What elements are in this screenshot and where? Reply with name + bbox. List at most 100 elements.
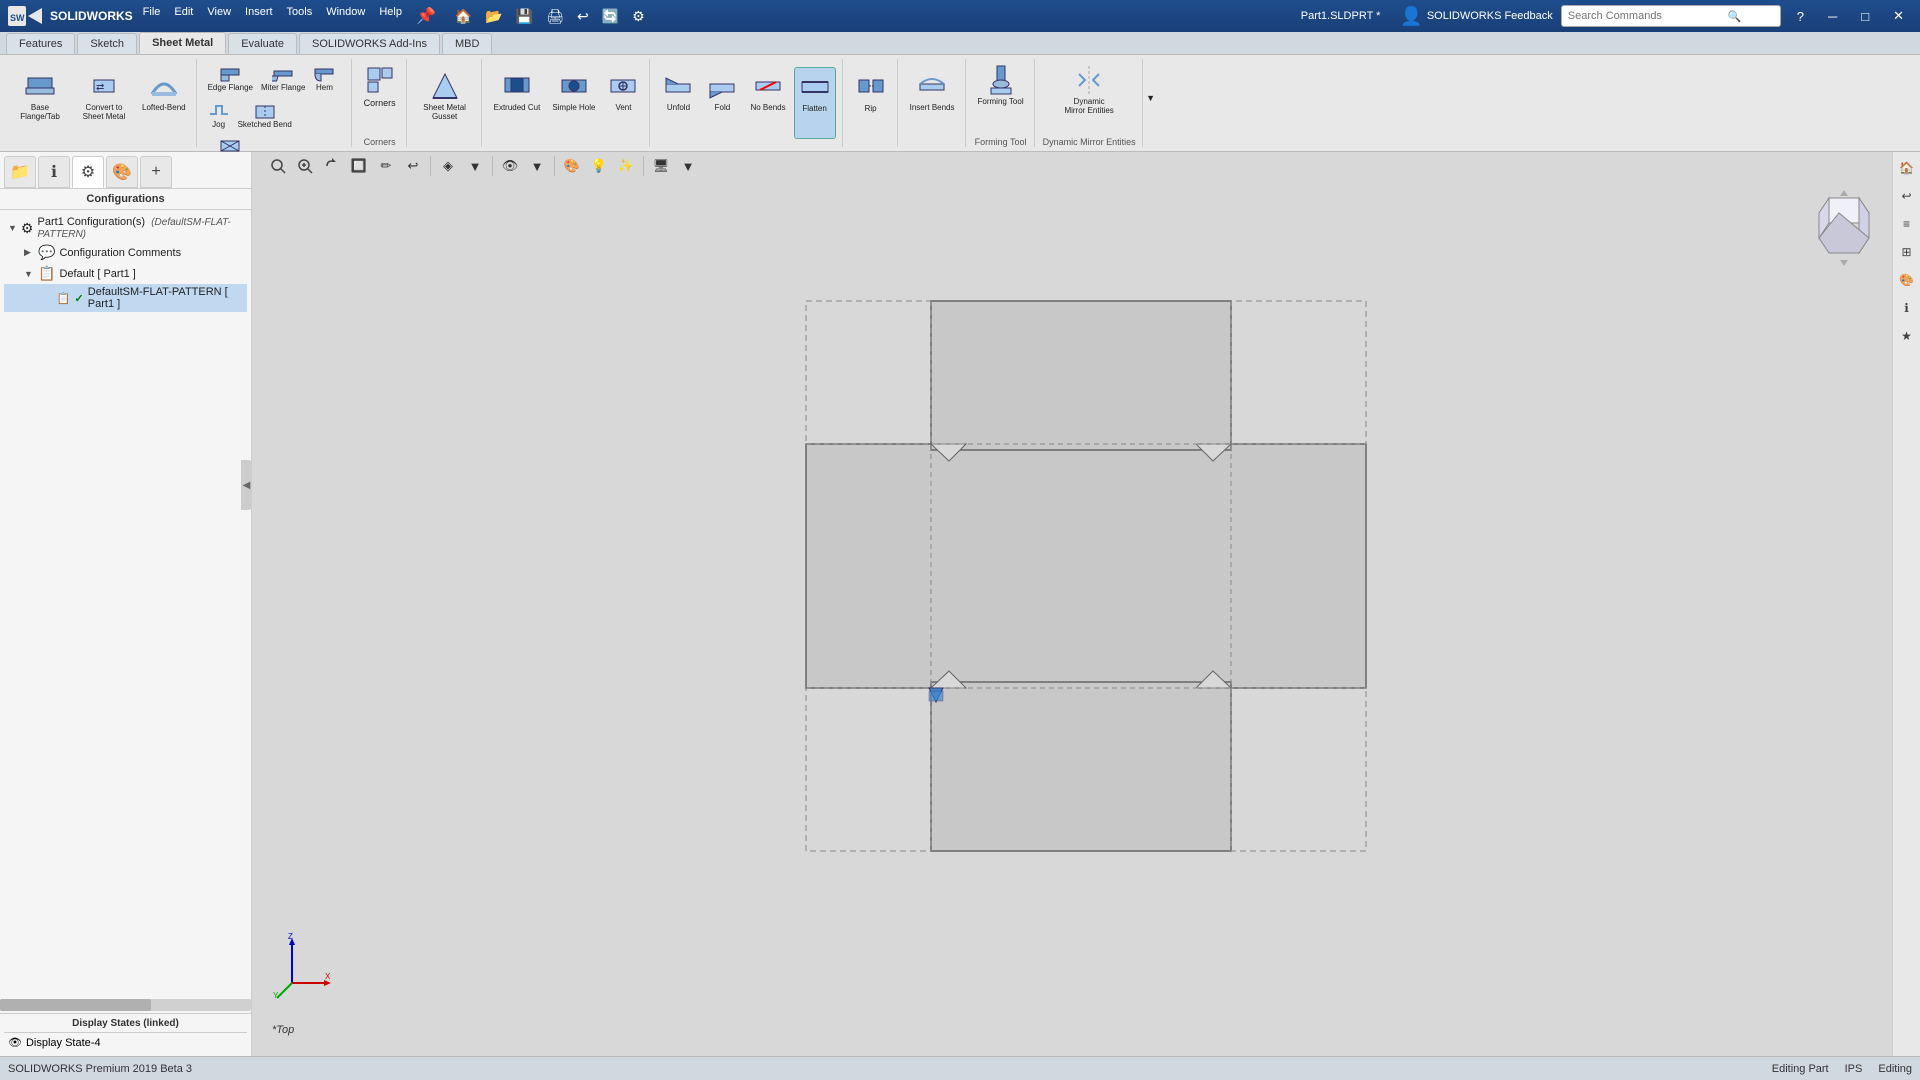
vt-rotate[interactable] — [320, 154, 344, 178]
dynamic-mirror-icon — [1073, 64, 1105, 96]
rt-settings[interactable]: ≡ — [1895, 212, 1919, 236]
tab-sketch[interactable]: Sketch — [77, 33, 137, 54]
convert-sheet-icon: ⇄ — [88, 70, 120, 102]
vent-btn[interactable]: Vent — [603, 67, 643, 139]
vt-section[interactable]: 🔲 — [347, 154, 371, 178]
help-btn[interactable]: ? — [1789, 7, 1812, 26]
tab-sheet-metal[interactable]: Sheet Metal — [139, 32, 226, 54]
gusset-btn[interactable]: Sheet Metal Gusset — [415, 67, 475, 139]
panel-collapse-handle[interactable]: ◀ — [241, 460, 252, 510]
miter-flange-btn[interactable]: Miter Flange — [258, 59, 308, 94]
menu-file[interactable]: File — [137, 4, 167, 28]
panel-tab-palette[interactable]: 🎨 — [106, 156, 138, 188]
tree-h-scroll[interactable] — [0, 999, 251, 1011]
lofted-bend-icon — [148, 70, 180, 102]
vt-zoom-to-fit[interactable] — [266, 154, 290, 178]
coordinate-triad: X Z Y — [272, 933, 332, 1006]
display-state-item[interactable]: 👁 Display State-4 — [4, 1033, 247, 1052]
rt-paint[interactable]: 🎨 — [1895, 268, 1919, 292]
vt-orient[interactable]: ✏ — [374, 154, 398, 178]
panel-tab-tree[interactable]: 📁 — [4, 156, 36, 188]
insert-bends-btn[interactable]: Insert Bends — [906, 67, 959, 139]
vt-prev-view[interactable]: ↩ — [401, 154, 425, 178]
ribbon-more-icon: ▼ — [1146, 93, 1155, 103]
qt-open[interactable]: 📂 — [480, 5, 507, 28]
rt-grid[interactable]: ⊞ — [1895, 240, 1919, 264]
tree-expand-2[interactable]: ▼ — [24, 269, 34, 279]
qt-save[interactable]: 💾 — [511, 5, 538, 28]
tab-evaluate[interactable]: Evaluate — [228, 33, 297, 54]
sketched-bend-btn[interactable]: Sketched Bend — [235, 96, 295, 131]
qt-rebuild[interactable]: 🔄 — [597, 5, 624, 28]
tab-features[interactable]: Features — [6, 33, 75, 54]
menu-window[interactable]: Window — [320, 4, 371, 28]
no-bends-btn[interactable]: No Bends — [746, 67, 789, 139]
tree-part1-config[interactable]: ▼ ⚙ Part1 Configuration(s) (DefaultSM-FL… — [4, 214, 247, 242]
configurations-tree: ▼ ⚙ Part1 Configuration(s) (DefaultSM-FL… — [0, 210, 251, 997]
search-commands-box[interactable]: 🔍 — [1561, 5, 1781, 27]
flatten-btn[interactable]: Flatten — [794, 67, 836, 139]
rip-btn[interactable]: Rip — [851, 67, 891, 139]
simple-hole-btn[interactable]: Simple Hole — [548, 67, 599, 139]
corners-btn[interactable]: Corners — [360, 61, 400, 133]
menu-view[interactable]: View — [201, 4, 237, 28]
fold-btn[interactable]: Fold — [702, 67, 742, 139]
vt-display-style[interactable]: ◈ — [436, 154, 460, 178]
rt-info[interactable]: ℹ — [1895, 296, 1919, 320]
menu-pin[interactable]: 📌 — [410, 4, 442, 28]
menu-help[interactable]: Help — [373, 4, 408, 28]
qt-print[interactable]: 🖨 — [541, 5, 569, 28]
jog-btn[interactable]: Jog — [205, 96, 233, 131]
convert-sheet-btn[interactable]: ⇄ Convert to Sheet Metal — [74, 67, 134, 139]
vt-realview[interactable]: ✨ — [614, 154, 638, 178]
vt-viewport[interactable]: 🖥 — [649, 154, 673, 178]
dynamic-mirror-btn[interactable]: Dynamic Mirror Entities — [1059, 61, 1119, 133]
qt-undo[interactable]: ↩ — [572, 5, 594, 28]
vt-scene[interactable]: 💡 — [587, 154, 611, 178]
tree-default-sm[interactable]: 📋 ✓ DefaultSM-FLAT-PATTERN [ Part1 ] — [4, 284, 247, 312]
search-commands-input[interactable] — [1568, 10, 1728, 22]
vt-hide-show-arrow[interactable]: ▼ — [525, 154, 549, 178]
svg-text:Z: Z — [288, 933, 293, 941]
minimize-btn[interactable]: ─ — [1820, 7, 1845, 26]
base-flange-icon — [24, 70, 56, 102]
search-icon: 🔍 — [1728, 10, 1742, 23]
panel-tab-properties[interactable]: ℹ — [38, 156, 70, 188]
ribbon-more-btn[interactable]: ▼ — [1145, 91, 1157, 105]
viewcube[interactable] — [1804, 188, 1884, 268]
tree-config-comments[interactable]: ▶ 💬 Configuration Comments — [4, 242, 247, 263]
tab-addins[interactable]: SOLIDWORKS Add-Ins — [299, 33, 440, 54]
vt-hide-show[interactable]: 👁 — [498, 154, 522, 178]
base-flange-btn[interactable]: Base Flange/Tab — [10, 67, 70, 139]
close-btn[interactable]: ✕ — [1885, 6, 1912, 26]
menu-tools[interactable]: Tools — [281, 4, 319, 28]
panel-tab-extra[interactable]: + — [140, 156, 172, 188]
vt-display-style-arrow[interactable]: ▼ — [463, 154, 487, 178]
extruded-cut-btn[interactable]: Extruded Cut — [490, 67, 545, 139]
vt-appearance[interactable]: 🎨 — [560, 154, 584, 178]
tree-expand-0[interactable]: ▼ — [8, 223, 17, 233]
vt-zoom[interactable] — [293, 154, 317, 178]
lofted-bend-btn[interactable]: Lofted-Bend — [138, 67, 190, 139]
viewport[interactable]: X Z Y *Top — [252, 152, 1920, 1056]
forming-tool-btn[interactable]: Forming Tool — [974, 61, 1028, 133]
ribbon-content: Base Flange/Tab ⇄ Convert to Sheet Metal… — [0, 55, 1920, 151]
hem-btn[interactable]: Hem — [310, 59, 338, 94]
qt-new[interactable]: 🏠 — [450, 5, 477, 28]
rt-star[interactable]: ★ — [1895, 324, 1919, 348]
maximize-btn[interactable]: □ — [1853, 7, 1877, 26]
unfold-btn[interactable]: Unfold — [658, 67, 698, 139]
panel-tab-configurations[interactable]: ⚙ — [72, 156, 104, 188]
menu-insert[interactable]: Insert — [239, 4, 279, 28]
tree-expand-1[interactable]: ▶ — [24, 247, 34, 258]
tree-default[interactable]: ▼ 📋 Default [ Part1 ] — [4, 263, 247, 284]
edge-flange-btn[interactable]: Edge Flange — [205, 59, 256, 94]
qt-options[interactable]: ⚙ — [627, 5, 650, 28]
vt-viewport-arrow[interactable]: ▼ — [676, 154, 700, 178]
fold-icon — [706, 70, 738, 102]
tab-mbd[interactable]: MBD — [442, 33, 492, 54]
rt-arrow[interactable]: ↩ — [1895, 184, 1919, 208]
menu-edit[interactable]: Edit — [168, 4, 199, 28]
corners-icon — [364, 64, 396, 96]
app-name: SOLIDWORKS — [50, 9, 133, 23]
